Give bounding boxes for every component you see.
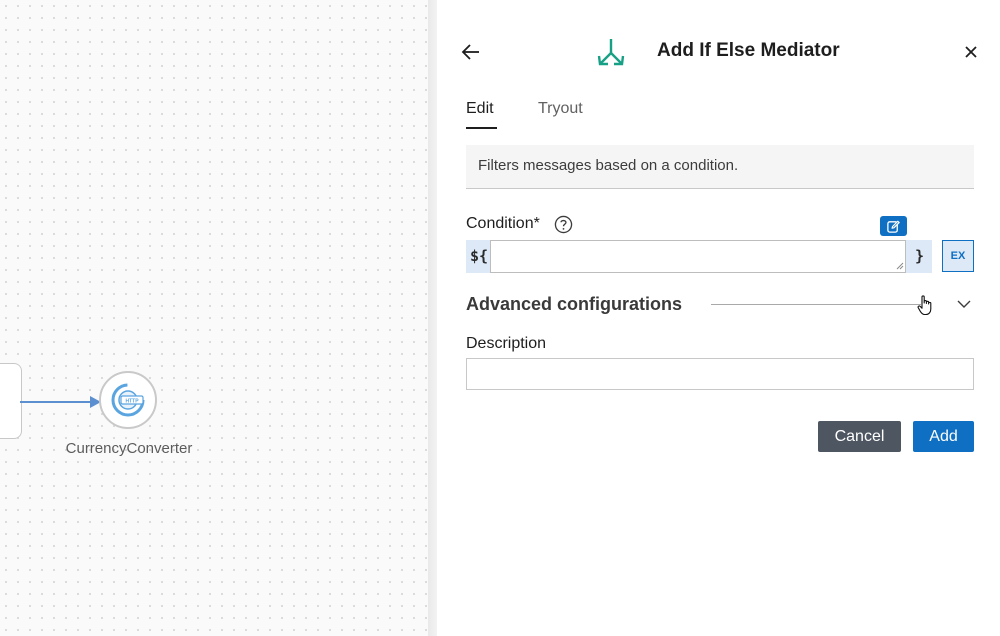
chevron-down-icon[interactable] <box>956 296 972 312</box>
svg-text:HTTP: HTTP <box>125 398 139 404</box>
panel-title: Add If Else Mediator <box>657 40 840 61</box>
expression-prefix: ${ <box>470 247 489 265</box>
active-tab-indicator <box>466 127 497 129</box>
hand-cursor-icon <box>917 295 932 316</box>
description-input[interactable] <box>466 358 974 390</box>
cancel-button[interactable]: Cancel <box>818 421 901 452</box>
expression-suffix: } <box>915 247 925 265</box>
condition-expression-row: ${ } <box>466 240 932 273</box>
condition-input[interactable] <box>490 240 906 273</box>
mediator-description: Filters messages based on a condition. <box>478 157 739 174</box>
advanced-divider <box>711 304 921 305</box>
close-icon[interactable] <box>961 42 981 62</box>
previous-node[interactable] <box>0 363 22 439</box>
condition-label: Condition* <box>466 215 540 232</box>
endpoint-node[interactable]: HTTP <box>99 371 157 429</box>
help-circle-icon[interactable] <box>554 215 573 234</box>
mediator-description-box: Filters messages based on a condition. <box>466 145 974 189</box>
advanced-configurations-title: Advanced configurations <box>466 294 683 314</box>
expression-toggle-button[interactable]: EX <box>942 240 974 272</box>
mediator-panel: Add If Else Mediator Edit Tryout Filters… <box>437 0 1000 636</box>
diagram-canvas[interactable]: HTTP CurrencyConverter <box>0 0 430 636</box>
tab-tryout[interactable]: Tryout <box>538 100 583 118</box>
panel-header: Add If Else Mediator <box>437 0 1000 96</box>
edit-expression-button[interactable] <box>880 216 907 236</box>
if-else-branch-icon <box>597 39 625 66</box>
endpoint-label: CurrencyConverter <box>65 440 193 457</box>
add-button[interactable]: Add <box>913 421 974 452</box>
arrow-left-icon[interactable] <box>459 40 483 64</box>
advanced-configurations-toggle[interactable]: Advanced configurations <box>466 292 974 320</box>
resize-grip-icon[interactable] <box>896 262 904 270</box>
app-root: HTTP CurrencyConverter Add If Else Media… <box>0 0 1000 636</box>
tab-edit[interactable]: Edit <box>466 100 494 118</box>
connection-arrow <box>20 396 101 408</box>
http-endpoint-icon: HTTP <box>111 383 145 417</box>
description-label: Description <box>466 335 547 352</box>
edit-expression-icon <box>887 220 900 233</box>
